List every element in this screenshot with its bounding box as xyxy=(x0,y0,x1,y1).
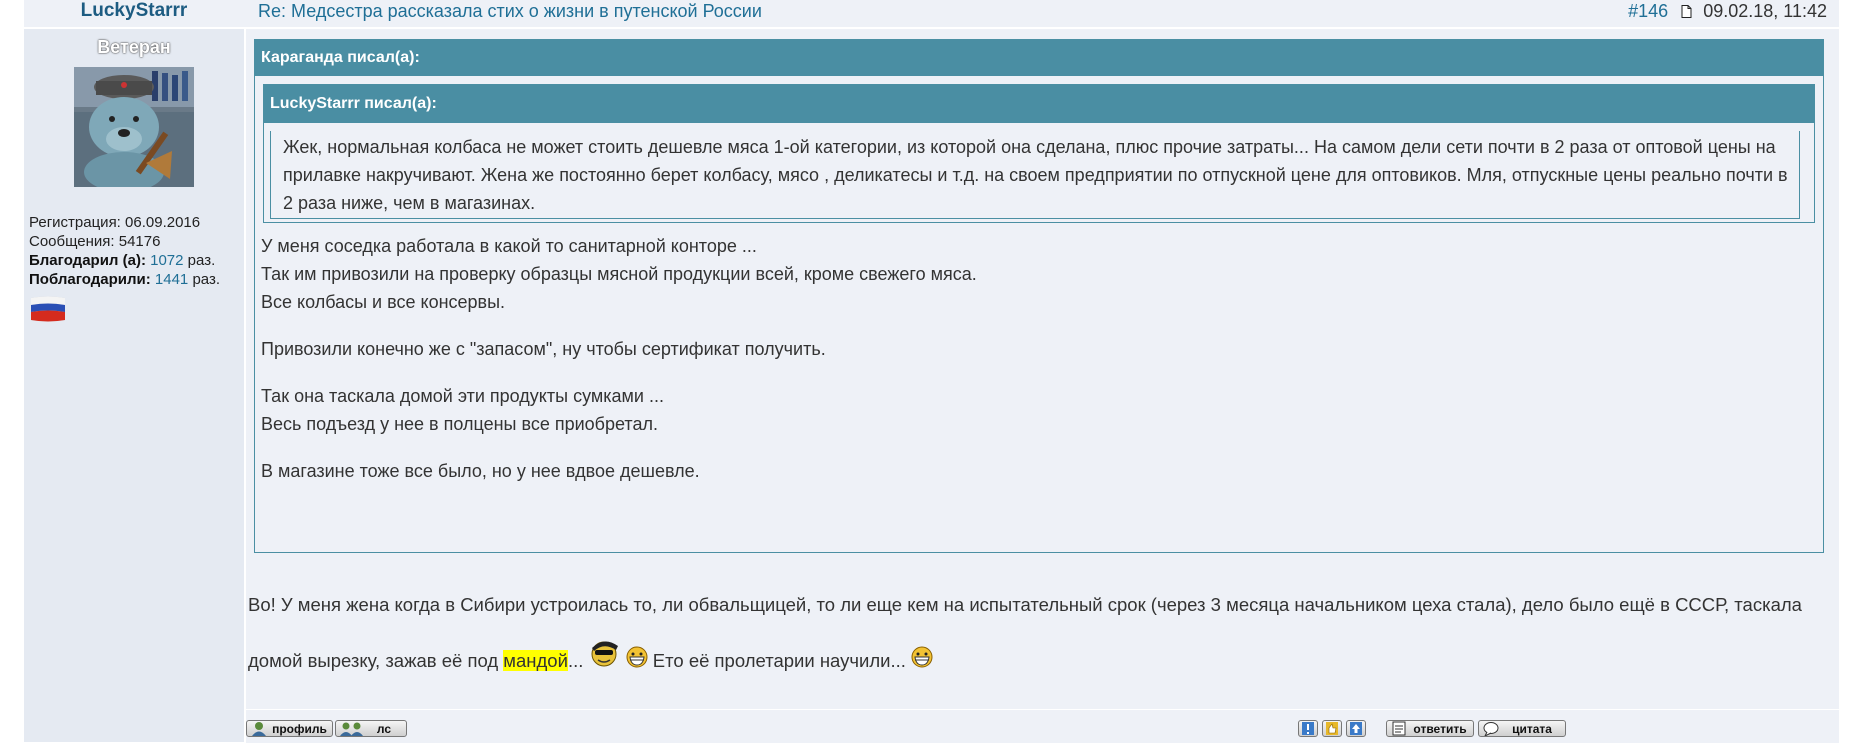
quote-line: Привозили конечно же с "запасом", ну что… xyxy=(261,339,826,359)
nested-quote-block: LuckyStarrr писал(а): Жек, нормальная ко… xyxy=(263,84,1815,223)
post-header-row: LuckyStarrr Re: Медсестра рассказала сти… xyxy=(24,0,1839,29)
post-button-bar: профиль лс ответить цитата xyxy=(246,709,1839,743)
exclamation-icon xyxy=(1302,722,1314,735)
quote-line: Так она таскала домой эти продукты сумка… xyxy=(261,386,664,406)
nested-quote-header: LuckyStarrr писал(а): xyxy=(264,85,1814,123)
document-icon xyxy=(1681,1,1692,23)
top-button[interactable] xyxy=(1346,720,1366,737)
report-button[interactable] xyxy=(1298,720,1318,737)
quote-body: У меня соседка работала в какой то санит… xyxy=(261,232,1811,504)
users-icon xyxy=(340,722,363,736)
grin-smiley-icon xyxy=(911,634,933,690)
post-content: Караганда писал(а): LuckyStarrr писал(а)… xyxy=(246,29,1839,743)
user-stats: Регистрация: 06.09.2016 Сообщения: 54176… xyxy=(29,213,220,289)
pm-button[interactable]: лс xyxy=(335,720,407,737)
grin-smiley-icon xyxy=(626,634,648,690)
quote-line: Все колбасы и все консервы. xyxy=(261,292,506,312)
post-datetime: 09.02.18, 11:42 xyxy=(1703,1,1827,21)
quote-block: Караганда писал(а): LuckyStarrr писал(а)… xyxy=(254,39,1824,553)
reply-text: Во! У меня жена когда в Сибири устроилас… xyxy=(248,577,1838,690)
thumbs-up-icon xyxy=(1326,722,1338,735)
quote-line: У меня соседка работала в какой то санит… xyxy=(261,236,757,256)
was-thanked-count-link[interactable]: 1441 xyxy=(155,271,188,288)
author-sidebar: Ветеран Регистрация: 06.09.2016 Сообщени… xyxy=(24,29,246,742)
reply-note-icon xyxy=(1392,721,1406,736)
avatar[interactable] xyxy=(74,67,194,192)
thanks-button[interactable] xyxy=(1322,720,1342,737)
post-number-link[interactable]: #146 xyxy=(1628,1,1668,21)
forum-post: LuckyStarrr Re: Медсестра рассказала сти… xyxy=(24,0,1839,743)
quote-bubble-icon xyxy=(1483,722,1499,736)
nested-quote-text: Жек, нормальная колбаса не может стоить … xyxy=(270,131,1800,219)
quote-line: В магазине тоже все было, но у нее вдвое… xyxy=(261,461,700,481)
post-title[interactable]: Re: Медсестра рассказала стих о жизни в … xyxy=(258,0,762,22)
quote-line: Весь подъезд у нее в полцены все приобре… xyxy=(261,414,658,434)
reply-button[interactable]: ответить xyxy=(1386,720,1474,737)
messages-row: Сообщения: 54176 xyxy=(29,233,161,250)
author-name[interactable]: LuckyStarrr xyxy=(24,0,244,27)
russia-flag-icon xyxy=(29,295,67,323)
registration-row: Регистрация: 06.09.2016 xyxy=(29,214,201,231)
thanked-row: Благодарил (а): 1072 раз. xyxy=(29,252,216,269)
was-thanked-row: Поблагодарили: 1441 раз. xyxy=(29,271,220,288)
quote-header: Караганда писал(а): xyxy=(255,40,1823,76)
highlighted-word: мандой xyxy=(503,650,568,671)
arrow-up-icon xyxy=(1350,722,1362,735)
quote-button[interactable]: цитата xyxy=(1478,720,1566,737)
cool-smiley-icon xyxy=(589,634,621,690)
user-icon xyxy=(252,722,266,736)
user-rank: Ветеран xyxy=(97,37,171,57)
profile-button[interactable]: профиль xyxy=(246,720,333,737)
post-meta: #146 09.02.18, 11:42 xyxy=(1628,0,1827,23)
thanked-count-link[interactable]: 1072 xyxy=(150,252,183,269)
quote-line: Так им привозили на проверку образцы мяс… xyxy=(261,264,977,284)
